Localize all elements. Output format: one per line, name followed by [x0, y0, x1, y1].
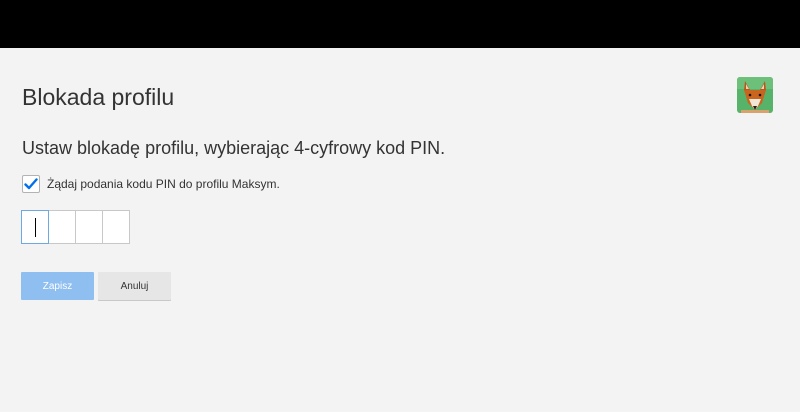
save-button[interactable]: Zapisz: [21, 272, 94, 300]
require-pin-checkbox[interactable]: [22, 175, 40, 193]
pin-instruction: Ustaw blokadę profilu, wybierając 4-cyfr…: [22, 138, 446, 158]
page-title: Blokada profilu: [22, 84, 175, 110]
pin-digit-2[interactable]: [48, 210, 76, 244]
pin-digit-4[interactable]: [102, 210, 130, 244]
pin-digit-3[interactable]: [75, 210, 103, 244]
require-pin-row: Żądaj podania kodu PIN do profilu Maksym…: [22, 174, 280, 194]
profile-avatar[interactable]: [737, 77, 773, 113]
cancel-button[interactable]: Anuluj: [98, 272, 171, 300]
pin-input-group: [21, 210, 130, 244]
pin-digit-1[interactable]: [21, 210, 49, 244]
checkmark-icon: [24, 178, 38, 190]
text-caret: [35, 218, 36, 237]
fox-avatar-icon: [737, 77, 773, 113]
require-pin-label: Żądaj podania kodu PIN do profilu Maksym…: [47, 177, 280, 191]
top-bar: [0, 0, 800, 48]
